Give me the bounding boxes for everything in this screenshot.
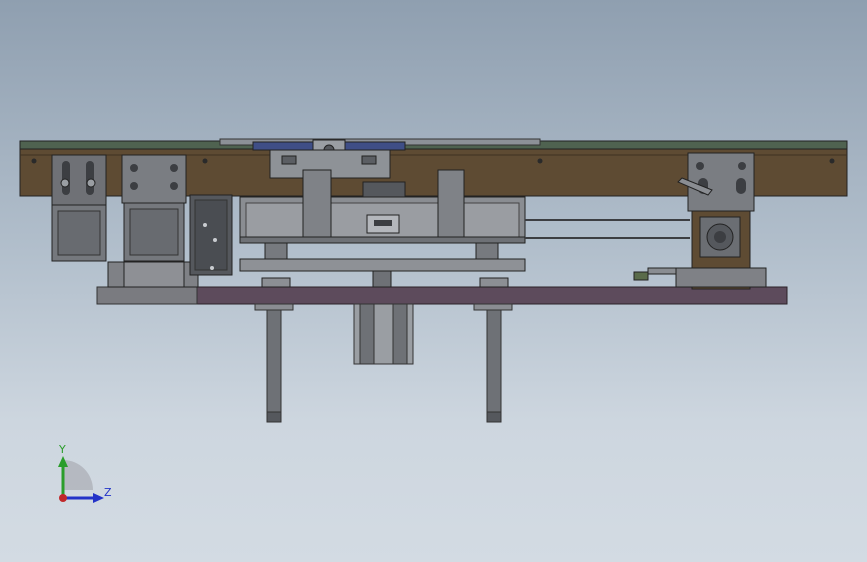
left-guide-rod: [254, 303, 294, 423]
coordinate-triad: Y Z: [48, 440, 118, 510]
base-plate: [96, 286, 788, 305]
z-axis-label: Z: [104, 486, 112, 499]
left-motor: [51, 204, 107, 262]
right-guide-rod: [473, 303, 513, 423]
y-axis-label: Y: [59, 443, 66, 456]
lift-cylinder: [353, 303, 414, 365]
lift-frame-right-post: [437, 169, 465, 241]
left-base-block: [96, 286, 198, 305]
right-base-block: [675, 267, 767, 288]
lift-frame-left-post: [302, 169, 332, 241]
blue-slide-left: [252, 141, 314, 151]
right-motor-bracket: [687, 152, 755, 212]
left-tensioner-plate: [107, 154, 199, 288]
lift-platform: [239, 258, 526, 272]
blue-slide-right: [344, 141, 406, 151]
left-motor-bracket: [51, 154, 107, 206]
center-block: [362, 181, 406, 198]
cad-viewport[interactable]: Y Z: [0, 0, 867, 562]
photo-sensor: [633, 267, 677, 281]
sensor-box: [189, 194, 233, 276]
conveyor-assembly-model[interactable]: [0, 0, 867, 562]
